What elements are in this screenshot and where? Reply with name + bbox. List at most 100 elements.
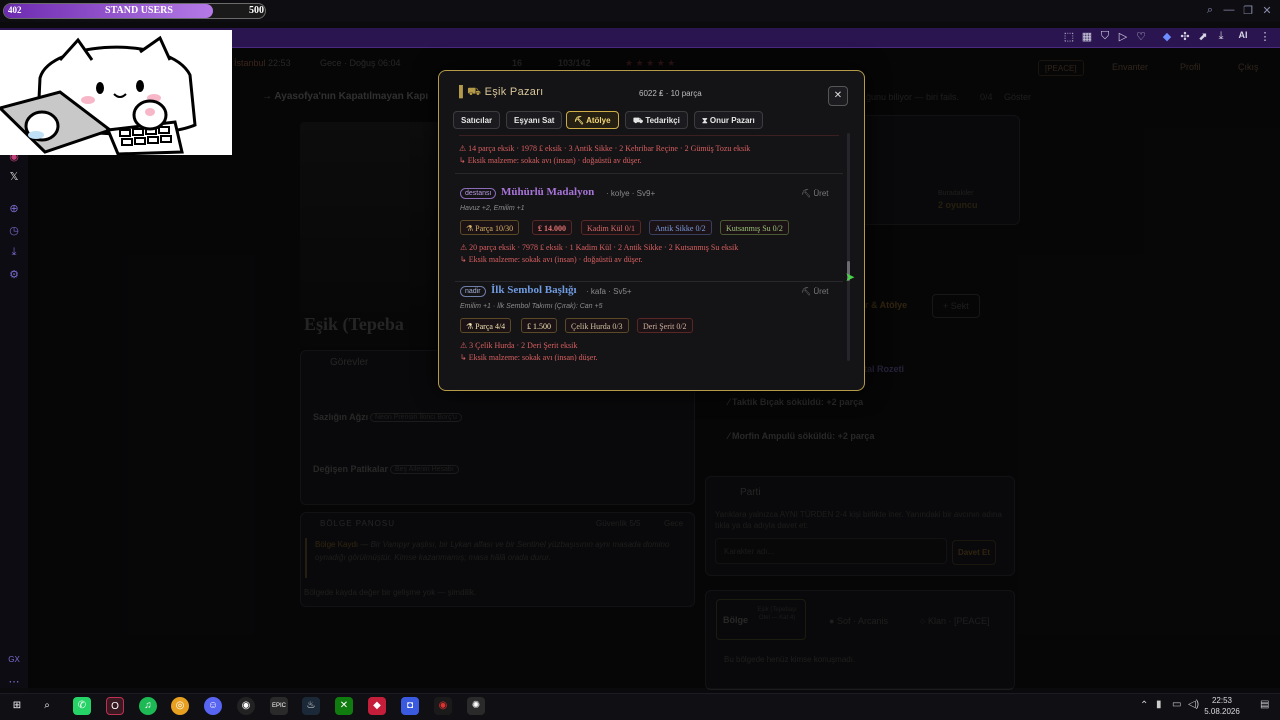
share-icon[interactable]: ⬈ — [1196, 30, 1210, 46]
whatsapp-icon[interactable]: ✆ — [73, 697, 91, 715]
item-meta: · kafa · Sv5+ — [586, 287, 632, 296]
chatgpt-icon[interactable]: ✺ — [467, 697, 485, 715]
chrome-icon[interactable]: ◎ — [171, 697, 189, 715]
item-bonus: Emilim +1 · İlk Sembol Takımı (Çırak): C… — [460, 303, 603, 310]
tab-workshop[interactable]: ⛏ Atölye — [566, 111, 619, 129]
menu-icon[interactable]: ⋮ — [1258, 30, 1272, 46]
usb-icon[interactable]: ▮ — [1156, 699, 1162, 710]
shield-icon[interactable]: ⛉ — [1098, 30, 1112, 46]
cat-illustration — [0, 35, 197, 156]
spotify-icon[interactable]: ♫ — [139, 697, 157, 715]
material-chip: Kadim Kül 0/1 — [581, 220, 641, 235]
settings-icon[interactable]: ⚙ — [5, 268, 23, 286]
minimize-icon[interactable]: — — [1222, 4, 1236, 18]
craft-button[interactable]: ⛏ Üret — [801, 189, 829, 198]
material-chip: Deri Şerit 0/2 — [637, 318, 693, 333]
play-icon[interactable]: ▷ — [1116, 30, 1130, 46]
cart-icon: ⛟ — [633, 116, 644, 125]
tab-sellers[interactable]: Satıcılar — [453, 111, 501, 129]
rarity-badge: nadir — [460, 286, 486, 297]
recipe-list[interactable]: ⚠ 14 parça eksik · 1978 ₤ eksik · 3 Anti… — [451, 133, 849, 361]
prev-item-missing: ↳ Eksik malzeme: sokak avı (insan) · doğ… — [459, 156, 642, 165]
item-name: Mühürlü Madalyon — [501, 186, 595, 198]
close-button[interactable]: ✕ — [828, 86, 848, 106]
stand-users-title: STAND USERS — [105, 5, 173, 16]
recipe-item: destansı Mühürlü Madalyon · kolye · Sv9+… — [451, 185, 847, 275]
item-missing: ↳ Eksik malzeme: sokak avı (insan) · doğ… — [460, 255, 643, 264]
downloads-icon[interactable]: ⤓ — [5, 246, 23, 264]
bookmark-icon[interactable]: ⬚ — [1062, 30, 1076, 46]
gx-icon[interactable]: GX — [5, 655, 23, 673]
craft-button[interactable]: ⛏ Üret — [801, 287, 829, 296]
history-icon[interactable]: ◷ — [5, 224, 23, 242]
prev-missing-text: Eksik malzeme: sokak avı (insan) · doğaü… — [467, 156, 642, 165]
item-meta: · kolye · Sv9+ — [606, 189, 656, 198]
item-warning-text: 3 Çelik Hurda · 2 Deri Şerit eksik — [469, 341, 578, 350]
clock-time[interactable]: 22:53 — [1200, 696, 1244, 705]
tab-supplier-label: Tedarikçi — [645, 116, 680, 125]
obs-icon[interactable]: ◉ — [237, 697, 255, 715]
prev-warn-text: 14 parça eksik · 1978 ₤ eksik · 3 Antik … — [468, 144, 751, 153]
stand-users-goal: 500 — [249, 5, 264, 16]
more-icon[interactable]: ⋯ — [5, 675, 23, 693]
list-scrollbar[interactable] — [847, 133, 850, 361]
xbox-icon[interactable]: ✕ — [335, 697, 353, 715]
tab-sell-items[interactable]: Eşyanı Sat — [506, 111, 563, 129]
modal-title: ▌⛟ Eşik Pazarı — [459, 86, 544, 100]
parts-chip: ⚗ Parça 10/30 — [460, 220, 520, 235]
material-chip: Çelik Hurda 0/3 — [565, 318, 629, 333]
clock-date[interactable]: 5.08.2026 — [1200, 707, 1244, 716]
download-icon[interactable]: ⤓ — [1214, 30, 1228, 46]
search-icon[interactable]: ⌕ — [1203, 4, 1217, 18]
steam-icon[interactable]: ♨ — [302, 697, 320, 715]
taskbar — [0, 693, 1280, 720]
volume-icon[interactable]: ◁) — [1188, 699, 1199, 710]
valorant-icon[interactable]: ◉ — [434, 697, 452, 715]
close-window-icon[interactable]: ✕ — [1260, 4, 1274, 18]
tab-supplier[interactable]: ⛟ Tedarikçi — [625, 111, 688, 129]
x-icon[interactable]: 𝕏 — [5, 170, 23, 188]
market-icon: ▌⛟ — [459, 86, 482, 98]
material-chip: Antik Sikke 0/2 — [649, 220, 712, 235]
app-icon[interactable]: ◘ — [401, 697, 419, 715]
windows-start-icon[interactable]: ⊞ — [8, 697, 26, 715]
item-name: İlk Sembol Başlığı — [491, 284, 577, 296]
game-launcher-icon[interactable]: ◆ — [368, 697, 386, 715]
item-bonus: Havuz +2, Emilim +1 — [460, 205, 525, 212]
notification-icon[interactable]: ▤ — [1260, 699, 1269, 710]
qr-icon[interactable]: ▦ — [1080, 30, 1094, 46]
hourglass-icon: ⧗ — [702, 116, 708, 125]
material-chip: Kutsanmış Su 0/2 — [720, 220, 789, 235]
item-warning-text: 20 parça eksik · 7978 ₤ eksik · 1 Kadim … — [469, 243, 739, 252]
wrench-icon: ⛏ — [574, 116, 585, 125]
epic-games-icon[interactable]: EPIC — [270, 697, 288, 715]
taskbar-search-icon[interactable]: ⌕ — [38, 697, 56, 715]
tab-honor-label: Onur Pazarı — [709, 116, 755, 125]
opera-gx-icon[interactable]: O — [106, 697, 124, 715]
extension-icon[interactable]: ◆ — [1160, 30, 1174, 46]
modal-stats: 6022 ₤ · 10 parça — [639, 89, 702, 98]
address-bar[interactable]: karakonsey.com/app/ — [136, 32, 1066, 46]
mouse-cursor-icon: ➤ — [845, 270, 856, 284]
network-icon[interactable]: ▭ — [1172, 699, 1181, 710]
tray-arrow-icon[interactable]: ⌃ — [1140, 700, 1148, 711]
cost-chip: ₤ 14.000 — [532, 220, 572, 235]
heart-icon[interactable]: ♡ — [1134, 30, 1148, 46]
item-missing-text: Eksik malzeme: sokak avı (insan) düşer. — [468, 353, 598, 361]
restore-icon[interactable]: ❐ — [1241, 4, 1255, 18]
item-missing: ↳ Eksik malzeme: sokak avı (insan) düşer… — [460, 353, 598, 361]
cost-chip: ₤ 1.500 — [521, 318, 557, 333]
add-icon[interactable]: ⊕ — [5, 202, 23, 220]
puzzle-icon[interactable]: ✣ — [1178, 30, 1192, 46]
item-missing-text: Eksik malzeme: sokak avı (insan) · doğaü… — [468, 255, 643, 264]
discord-icon[interactable]: ☺ — [204, 697, 222, 715]
item-warning: ⚠ 20 parça eksik · 7978 ₤ eksik · 1 Kadi… — [460, 243, 739, 252]
recipe-item: nadir İlk Sembol Başlığı · kafa · Sv5+ ⛏… — [451, 283, 847, 361]
tab-honor-market[interactable]: ⧗ Onur Pazarı — [694, 111, 763, 129]
cat-typing-sticker — [0, 30, 232, 156]
market-modal: ▌⛟ Eşik Pazarı 6022 ₤ · 10 parça ✕ Satıc… — [438, 70, 865, 391]
parts-chip: ⚗ Parça 4/4 — [460, 318, 512, 333]
item-warning: ⚠ 3 Çelik Hurda · 2 Deri Şerit eksik — [460, 341, 578, 350]
ai-button[interactable]: AI — [1232, 30, 1254, 46]
stand-users-progress: 402 STAND USERS 500 — [3, 3, 266, 19]
